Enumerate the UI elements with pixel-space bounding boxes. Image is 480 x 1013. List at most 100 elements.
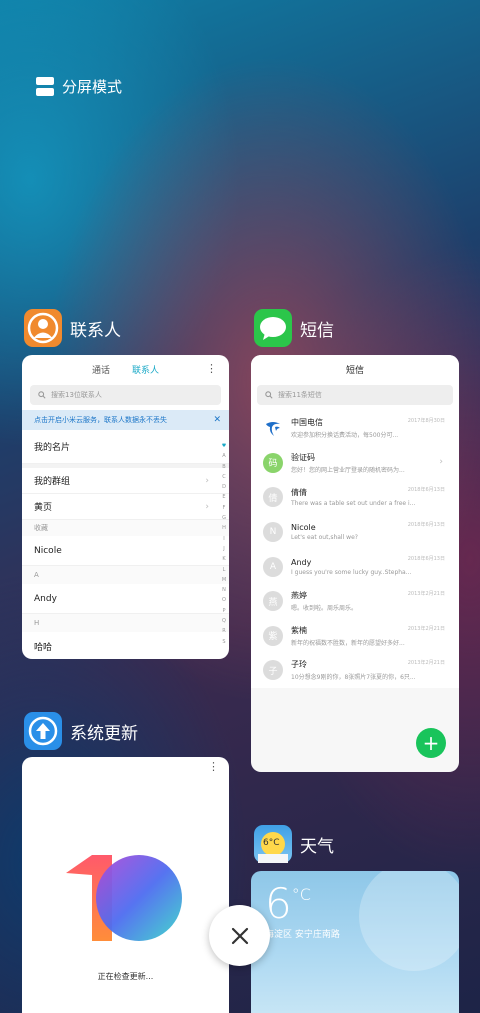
message-row[interactable]: 紫紫楠 新年的祝福数不胜数，新年的愿望好多好... 2013年2月21日 xyxy=(251,619,459,654)
message-list: 中国电信 欢迎参加积分换话费活动，每500分可... 2017年8月30日码验证码您… xyxy=(251,411,459,688)
index-letter[interactable]: I xyxy=(223,534,224,544)
update-app-header[interactable]: 系统更新 xyxy=(24,712,138,750)
index-letter[interactable]: A xyxy=(222,451,225,461)
message-row[interactable]: N Nicole Let's eat out,shall we? 2018年6月13日 xyxy=(251,515,459,550)
china-telecom-icon xyxy=(266,422,280,437)
message-row[interactable]: 子子玲 10分想念9刚的你，8张照片7张夏的你，6只... 2013年2月21日 xyxy=(251,653,459,688)
message-date: 2018年6月13日 xyxy=(407,487,445,494)
index-letter[interactable]: C xyxy=(222,472,226,482)
split-screen-button[interactable]: 分屏模式 xyxy=(36,76,122,97)
sms-app-header[interactable]: 短信 xyxy=(254,309,334,347)
avatar: N xyxy=(263,522,283,543)
contacts-search-input[interactable]: 搜索13位联系人 xyxy=(30,385,221,405)
chevron-right-icon: › xyxy=(205,501,209,512)
contact-row-nicole[interactable]: Nicole xyxy=(22,536,229,566)
index-letter[interactable]: ♥ xyxy=(222,441,226,451)
index-letter[interactable]: K xyxy=(222,554,225,564)
miui-10-logo xyxy=(66,855,182,941)
contact-row-haha[interactable]: 哈哈 xyxy=(22,632,229,659)
contacts-search-placeholder: 搜索13位联系人 xyxy=(51,391,102,399)
contacts-tabs: 通话 联系人 ⋮ xyxy=(22,355,229,383)
sms-search-input[interactable]: 搜索11条短信 xyxy=(257,385,453,405)
chevron-right-icon: › xyxy=(205,475,209,486)
avatar: 子 xyxy=(263,660,283,681)
contacts-app-name: 联系人 xyxy=(70,320,121,341)
my-card-row[interactable]: 我的名片 xyxy=(22,430,229,464)
message-preview: I guess you're some lucky guy..Stepha... xyxy=(291,568,412,576)
index-letter[interactable]: F xyxy=(223,503,226,513)
avatar xyxy=(263,418,283,438)
chevron-right-icon: › xyxy=(439,456,443,467)
message-row[interactable]: 码验证码您好！您的网上营业厅登录的随机密码为... › xyxy=(251,446,459,481)
plus-icon: + xyxy=(422,731,440,755)
tab-calls[interactable]: 通话 xyxy=(92,363,110,376)
tab-contacts[interactable]: 联系人 xyxy=(132,363,159,376)
index-letter[interactable]: R xyxy=(222,626,225,636)
index-letter[interactable]: G xyxy=(222,513,226,523)
weather-card[interactable]: 6°C 海淀区 安宁庄南路 xyxy=(251,871,459,1013)
update-card[interactable]: ⋮ 正在检查更新... xyxy=(22,757,229,1013)
close-all-button[interactable] xyxy=(209,905,270,966)
index-letter[interactable]: P xyxy=(222,606,225,616)
new-message-button[interactable]: + xyxy=(416,728,446,758)
message-preview: 欢迎参加积分换话费活动，每500分可... xyxy=(291,432,399,440)
message-row[interactable]: 倩倩倩 There was a table set out under a fre… xyxy=(251,480,459,515)
index-letter[interactable]: N xyxy=(222,585,226,595)
sms-card[interactable]: 短信 搜索11条短信 中国电信 欢迎参加积分换话费活动，每500分可... 2017… xyxy=(251,355,459,772)
message-preview: 10分想念9刚的你，8张照片7张夏的你，6只... xyxy=(291,674,416,682)
avatar: 码 xyxy=(263,452,283,473)
section-header-a: A xyxy=(22,566,229,584)
sms-search-placeholder: 搜索11条短信 xyxy=(278,391,322,399)
alphabet-index[interactable]: ♥ A B C D E F G H I J K L M N O P Q R S xyxy=(220,441,228,647)
message-date: 2013年2月21日 xyxy=(407,590,445,597)
message-preview: 您好！您的网上营业厅登录的随机密码为... xyxy=(291,466,405,474)
message-date: 2017年8月30日 xyxy=(407,418,445,424)
index-letter[interactable]: H xyxy=(222,523,226,533)
sms-title: 短信 xyxy=(345,365,364,376)
index-letter[interactable]: M xyxy=(222,575,226,585)
index-letter[interactable]: O xyxy=(222,595,226,605)
search-icon xyxy=(265,391,273,399)
search-icon xyxy=(38,391,46,399)
weather-app-header[interactable]: 6°C 天气 xyxy=(254,825,334,863)
close-icon[interactable]: ✕ xyxy=(213,415,221,425)
message-row[interactable]: 燕燕婷 嗯。收到啦。周乐周乐。 2013年2月21日 xyxy=(251,584,459,619)
contact-name: Nicole xyxy=(34,545,62,556)
message-date: 2013年2月21日 xyxy=(407,660,445,667)
update-app-name: 系统更新 xyxy=(70,723,138,744)
index-letter[interactable]: Q xyxy=(222,616,226,626)
index-letter[interactable]: E xyxy=(222,492,225,502)
avatar: 燕 xyxy=(263,591,283,612)
weather-app-name: 天气 xyxy=(300,836,334,857)
index-letter[interactable]: J xyxy=(223,544,224,554)
current-temperature: 6°C xyxy=(265,879,311,928)
contact-name: Andy xyxy=(34,593,57,604)
message-preview: There was a table set out under a free i… xyxy=(291,500,416,508)
index-letter[interactable]: S xyxy=(222,637,225,647)
message-date: 2018年6月13日 xyxy=(407,521,445,528)
my-groups-row[interactable]: 我的群组 › xyxy=(22,468,229,494)
contacts-app-header[interactable]: 联系人 xyxy=(24,309,121,347)
index-letter[interactable]: B xyxy=(222,462,225,472)
message-row[interactable]: 中国电信 欢迎参加积分换话费活动，每500分可... 2017年8月30日 xyxy=(251,411,459,446)
yellow-pages-row[interactable]: 黄页 › xyxy=(22,494,229,520)
close-icon xyxy=(231,927,248,944)
message-preview: 嗯。收到啦。周乐周乐。 xyxy=(291,605,358,613)
message-date: 2013年2月21日 xyxy=(407,625,445,632)
message-row[interactable]: A Andy I guess you're some lucky guy..Step… xyxy=(251,549,459,584)
index-letter[interactable]: D xyxy=(222,482,226,492)
weather-icon-temp: 6°C xyxy=(263,838,280,848)
contact-row-andy[interactable]: Andy xyxy=(22,584,229,614)
cloud-banner[interactable]: 点击开启小米云服务，联系人数据永不丢失 ✕ xyxy=(22,410,229,430)
favorites-section-header: 收藏 xyxy=(22,520,229,536)
more-icon[interactable]: ⋮ xyxy=(208,760,219,773)
index-letter[interactable]: L xyxy=(223,565,226,575)
section-header-h: H xyxy=(22,614,229,632)
split-screen-label: 分屏模式 xyxy=(62,78,123,96)
sun-glow xyxy=(359,871,459,971)
message-date: 2018年6月13日 xyxy=(407,556,445,563)
sms-app-name: 短信 xyxy=(300,320,334,341)
contacts-card[interactable]: 通话 联系人 ⋮ 搜索13位联系人 点击开启小米云服务，联系人数据永不丢失 ✕ … xyxy=(22,355,229,659)
message-sender: 验证码 xyxy=(291,452,315,462)
more-icon[interactable]: ⋮ xyxy=(206,362,217,375)
